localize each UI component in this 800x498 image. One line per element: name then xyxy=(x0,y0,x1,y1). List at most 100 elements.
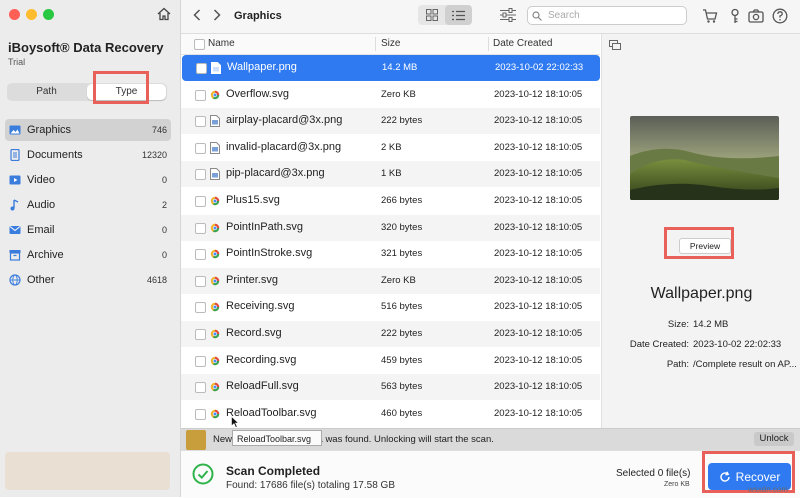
row-checkbox[interactable] xyxy=(195,302,206,314)
row-checkbox[interactable] xyxy=(195,382,206,394)
category-audio[interactable]: Audio 2 xyxy=(5,194,171,216)
view-switcher xyxy=(418,5,472,25)
row-checkbox[interactable] xyxy=(195,142,206,154)
category-video[interactable]: Video 0 xyxy=(5,169,171,191)
category-count: 12320 xyxy=(141,150,167,160)
minimize-window-button[interactable] xyxy=(26,9,37,20)
row-checkbox[interactable] xyxy=(195,89,206,101)
table-row[interactable]: ReloadFull.svg 563 bytes 2023-10-12 18:10:… xyxy=(181,374,600,401)
row-checkbox[interactable] xyxy=(195,408,206,420)
category-count: 0 xyxy=(161,175,167,185)
file-date: 2023-10-12 18:10:05 xyxy=(494,88,583,100)
row-checkbox[interactable] xyxy=(195,275,206,287)
row-checkbox[interactable] xyxy=(195,196,206,207)
row-checkbox[interactable] xyxy=(196,63,207,74)
file-date: 2023-10-12 18:10:05 xyxy=(494,354,583,366)
file-name: PointInStroke.svg xyxy=(226,247,313,260)
document-icon xyxy=(10,149,20,161)
file-name: Recording.svg xyxy=(226,353,297,366)
table-row[interactable]: pip-placard@3x.png 1 KB 2023-10-12 18:10:0… xyxy=(181,161,600,188)
search-input[interactable] xyxy=(546,9,685,22)
file-name: pip-placard@3x.png xyxy=(226,167,325,180)
list-view-button[interactable] xyxy=(445,5,472,25)
category-documents[interactable]: Documents 12320 xyxy=(5,144,171,166)
sidebar-promo xyxy=(5,452,170,490)
table-row[interactable]: PointInStroke.svg 321 bytes 2023-10-12 18:… xyxy=(181,241,600,267)
close-window-button[interactable] xyxy=(9,9,20,20)
zoom-window-button[interactable] xyxy=(43,9,54,20)
column-divider[interactable] xyxy=(375,37,376,51)
table-row[interactable]: PointInPath.svg 320 bytes 2023-10-12 18:10… xyxy=(181,214,600,241)
category-other[interactable]: Other 4618 xyxy=(5,269,171,291)
search-icon xyxy=(532,11,542,21)
mouse-cursor-icon xyxy=(231,416,239,428)
select-all-checkbox[interactable] xyxy=(194,39,205,50)
forward-button[interactable] xyxy=(213,8,221,24)
table-row[interactable]: ReloadToolbar.svg 460 bytes 2023-10-12 18:… xyxy=(181,401,600,427)
list-icon xyxy=(452,10,465,20)
row-checkbox[interactable] xyxy=(195,116,206,128)
key-icon[interactable] xyxy=(727,8,743,24)
table-row[interactable]: Recording.svg 459 bytes 2023-10-12 18:10:0… xyxy=(181,348,600,374)
row-checkbox[interactable] xyxy=(195,169,206,181)
category-graphics[interactable]: Graphics 746 xyxy=(5,119,171,141)
table-row[interactable]: Wallpaper.png 14.2 MB 2023-10-02 22:02:33 xyxy=(182,55,600,81)
mail-icon xyxy=(9,226,21,234)
camera-icon[interactable] xyxy=(748,8,764,24)
category-count: 0 xyxy=(161,225,167,235)
file-size: 320 bytes xyxy=(381,221,423,233)
table-header: Name Size Date Created xyxy=(181,34,600,55)
image-file-icon xyxy=(210,168,220,181)
video-icon xyxy=(9,175,21,185)
tab-path[interactable]: Path xyxy=(7,83,86,101)
category-label: Email xyxy=(27,224,55,236)
column-name[interactable]: Name xyxy=(208,38,235,49)
preview-image xyxy=(630,116,779,200)
size-label: Size: xyxy=(667,319,689,330)
table-row[interactable]: Plus15.svg 266 bytes 2023-10-12 18:10:05 xyxy=(181,188,600,214)
row-checkbox[interactable] xyxy=(195,355,206,367)
row-checkbox[interactable] xyxy=(195,329,206,340)
file-size: 459 bytes xyxy=(381,354,423,366)
breadcrumb: Graphics xyxy=(234,10,282,22)
cart-icon[interactable] xyxy=(702,8,718,24)
chrome-file-icon xyxy=(210,89,220,101)
file-date: 2023-10-12 18:10:05 xyxy=(494,328,583,339)
table-row[interactable]: Printer.svg Zero KB 2023-10-12 18:10:05 xyxy=(181,267,600,294)
table-row[interactable]: airplay-placard@3x.png 222 bytes 2023-10-1… xyxy=(181,108,600,135)
chrome-file-icon xyxy=(210,248,220,260)
column-size[interactable]: Size xyxy=(381,38,400,49)
filter-icon[interactable] xyxy=(500,8,516,22)
scan-summary: Found: 17686 file(s) totaling 17.58 GB xyxy=(226,480,395,491)
category-label: Video xyxy=(27,174,55,186)
table-row[interactable]: Record.svg 222 bytes 2023-10-12 18:10:05 xyxy=(181,321,600,347)
home-icon[interactable] xyxy=(157,7,171,21)
image-icon xyxy=(9,125,21,135)
column-date[interactable]: Date Created xyxy=(493,38,552,49)
row-checkbox[interactable] xyxy=(195,249,206,261)
copy-icon[interactable] xyxy=(609,40,621,50)
toolbar: Graphics xyxy=(181,0,800,34)
selected-files: Selected 0 file(s) xyxy=(616,468,691,479)
sidebar: iBoysoft® Data Recovery Trial Path Type … xyxy=(0,0,181,497)
app-edition: Trial xyxy=(8,57,26,67)
help-icon[interactable] xyxy=(772,8,788,24)
unlock-button[interactable]: Unlock xyxy=(754,432,794,446)
category-email[interactable]: Email 0 xyxy=(5,219,171,241)
back-button[interactable] xyxy=(193,8,201,24)
grid-icon xyxy=(425,9,438,21)
grid-view-button[interactable] xyxy=(418,5,445,25)
file-name: airplay-placard@3x.png xyxy=(226,114,343,127)
column-divider[interactable] xyxy=(488,37,489,51)
category-archive[interactable]: Archive 0 xyxy=(5,244,171,266)
table-row[interactable]: Overflow.svg Zero KB 2023-10-12 18:10:05 xyxy=(181,82,600,108)
table-row[interactable]: Receiving.svg 516 bytes 2023-10-12 18:10:0… xyxy=(181,294,600,320)
music-icon xyxy=(10,199,19,211)
chrome-file-icon xyxy=(210,195,220,207)
file-name: Record.svg xyxy=(226,327,282,339)
window-controls xyxy=(9,9,54,20)
chrome-file-icon xyxy=(210,328,220,340)
date-created-label: Date Created: xyxy=(629,339,689,350)
table-row[interactable]: invalid-placard@3x.png 2 KB 2023-10-12 18:… xyxy=(181,135,600,161)
row-checkbox[interactable] xyxy=(195,222,206,234)
